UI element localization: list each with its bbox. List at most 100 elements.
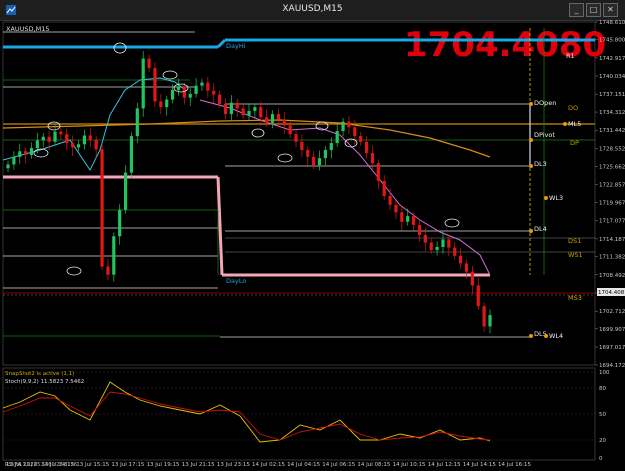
- time-tick-label: 14 Jul 10:15: [393, 462, 426, 468]
- label-r1: R1: [566, 52, 575, 60]
- time-tick-label: 14 Jul 14:15: [463, 462, 496, 468]
- candle-bear: [159, 101, 163, 108]
- candle-bear: [241, 108, 245, 116]
- price-tick-label: 1714.187: [599, 237, 625, 243]
- candle-bear: [100, 149, 104, 267]
- candle-bear: [482, 306, 486, 327]
- candle-bear: [347, 121, 351, 128]
- marker-ml5: [563, 122, 567, 126]
- indicator-scale-label: 20: [599, 438, 606, 444]
- main-panel-frame: [2, 21, 596, 366]
- candle-bull: [6, 164, 10, 169]
- candle-bear: [294, 134, 298, 142]
- price-tick-label: 1719.967: [599, 200, 625, 206]
- candle-bear: [300, 141, 304, 150]
- candle-bear: [259, 107, 263, 118]
- price-tick-label: 1742.917: [599, 56, 625, 62]
- candle-bear: [306, 149, 310, 157]
- candle-bull: [253, 107, 257, 111]
- candle-bear: [65, 134, 69, 144]
- candle-bear: [370, 153, 375, 164]
- candle-bull: [12, 156, 16, 165]
- price-tick-label: 1699.907: [599, 327, 625, 333]
- price-chart[interactable]: XAUUSD,M15 1704.4080 DayHi DayLo DOpen D…: [0, 20, 625, 471]
- candle-bear: [147, 58, 151, 69]
- label-dpivot: DPivot: [534, 131, 555, 139]
- time-tick-label: 13 Jul 15:15: [76, 462, 109, 468]
- time-tick-label: 13 Jul 17:15: [111, 462, 144, 468]
- marker-wl3: [544, 196, 548, 200]
- candle-bull: [135, 108, 139, 137]
- candle-bear: [447, 239, 451, 248]
- candle-bear: [417, 224, 422, 236]
- label-dp: DP: [570, 139, 579, 147]
- candle-bull: [165, 99, 169, 108]
- label-ws1: WS1: [568, 251, 583, 259]
- price-tick-label: 1697.017: [599, 345, 625, 351]
- time-tick-label: 14 Jul 04:15: [287, 462, 320, 468]
- candle-bear: [265, 117, 269, 123]
- label-ml5: ML5: [568, 120, 581, 128]
- candle-bear: [88, 135, 92, 140]
- candle-bull: [229, 102, 233, 115]
- window-titlebar: XAUUSD,M15 _ □ ✕: [0, 0, 625, 21]
- big-price-display: 1704.4080: [404, 25, 606, 65]
- time-tick-label: 14 Jul 06:15: [322, 462, 355, 468]
- candle-bull: [112, 236, 116, 275]
- time-tick-label: 13 Jul 14:15: [41, 462, 74, 468]
- candle-bull: [176, 86, 181, 91]
- stoch-label: Stoch(9,9,2) 11.5823 7.5462: [5, 379, 84, 385]
- candle-bull: [41, 136, 45, 141]
- price-tick-label: 1694.172: [599, 363, 625, 369]
- indicator-scale-label: 100: [599, 370, 610, 376]
- maximize-button[interactable]: □: [586, 3, 601, 17]
- time-tick-label: 14 Jul 16:15: [498, 462, 531, 468]
- candle-bear: [364, 141, 369, 154]
- candle-bear: [388, 195, 392, 205]
- candle-bull: [123, 172, 128, 210]
- indicator-scale-label: 50: [599, 412, 606, 418]
- candle-bear: [223, 103, 228, 115]
- close-button[interactable]: ✕: [603, 3, 618, 17]
- label-wl3: WL3: [549, 194, 563, 202]
- time-tick-label: 14 Jul 12:15: [428, 462, 461, 468]
- candle-bear: [459, 255, 463, 264]
- time-tick-label: 13 Jul 21:15: [182, 462, 215, 468]
- candle-bull: [247, 110, 251, 116]
- candle-bull: [194, 85, 198, 94]
- candle-bear: [282, 119, 286, 126]
- candle-bear: [206, 82, 210, 91]
- marker-dpivot: [529, 138, 533, 142]
- marker-dl4: [529, 229, 533, 233]
- candle-bear: [453, 247, 457, 256]
- candle-bull: [35, 140, 39, 149]
- candle-bear: [312, 156, 316, 166]
- candle-bear: [429, 242, 433, 251]
- candle-bear: [276, 114, 280, 120]
- price-axis: 1748.610 1745.800 1742.917 1740.034 1737.151…: [595, 20, 625, 369]
- indicator-scale-label: 0: [599, 456, 603, 462]
- candle-bear: [476, 285, 480, 307]
- candle-bear: [218, 94, 222, 104]
- price-tick-label: 1728.552: [599, 146, 625, 152]
- minimize-button[interactable]: _: [569, 3, 584, 17]
- candle-bear: [411, 216, 416, 225]
- time-tick-label: 14 Jul 02:15: [252, 462, 285, 468]
- candle-bull: [406, 216, 410, 222]
- candle-bear: [353, 127, 357, 137]
- candle-bear: [382, 180, 386, 196]
- window-title: XAUUSD,M15: [282, 4, 343, 14]
- candle-bull: [488, 315, 492, 327]
- marker-dl5: [529, 334, 533, 338]
- candle-bear: [470, 271, 474, 286]
- candle-bull: [329, 143, 333, 150]
- candle-bull: [76, 144, 81, 148]
- candle-bull: [317, 158, 322, 166]
- price-tick-label: 1725.662: [599, 165, 625, 171]
- price-tick-label: 1745.800: [599, 38, 625, 44]
- candle-bear: [394, 204, 398, 213]
- candle-bear: [106, 266, 110, 275]
- marker-dopen: [529, 102, 533, 106]
- candle-bull: [441, 239, 445, 247]
- candle-bull: [53, 131, 57, 142]
